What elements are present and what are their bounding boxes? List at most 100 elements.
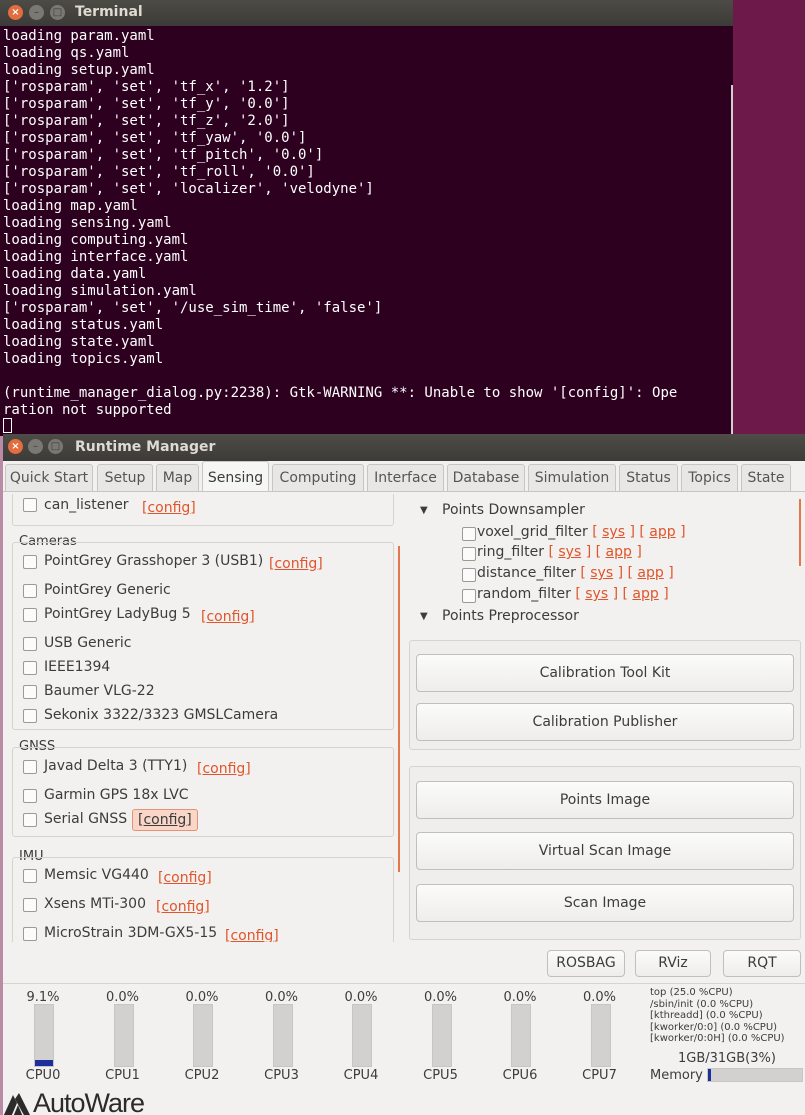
top-process-item: /sbin/init (0.0 %CPU) xyxy=(650,998,754,1010)
cpu-percent: 0.0% xyxy=(503,990,537,1005)
imu-config-link[interactable]: [config] xyxy=(225,928,279,942)
terminal-output[interactable]: loading param.yaml loading qs.yaml loading… xyxy=(3,28,731,419)
cpu-percent: 0.0% xyxy=(582,990,617,1005)
tab-quick-start[interactable]: Quick Start xyxy=(5,464,93,492)
maximize-icon[interactable]: □ xyxy=(48,439,63,454)
filter-checkbox[interactable] xyxy=(462,527,476,541)
terminal-line: ['rosparam', 'set', '/use_sim_time', 'fa… xyxy=(3,300,383,316)
maximize-icon[interactable]: □ xyxy=(50,5,65,20)
cpu-label: CPU6 xyxy=(502,1068,538,1083)
imu-checkbox[interactable] xyxy=(23,898,37,912)
cpu-label: CPU5 xyxy=(423,1068,458,1083)
calibration-publisher-button[interactable]: Calibration Publisher xyxy=(416,703,794,741)
calibration-tool-kit-button[interactable]: Calibration Tool Kit xyxy=(416,654,794,692)
rviz-button[interactable]: RViz xyxy=(635,950,711,977)
runtime-manager-titlebar[interactable]: × – □ Runtime Manager xyxy=(3,434,805,461)
rosbag-button[interactable]: ROSBAG xyxy=(547,950,625,977)
gnss-config-button[interactable]: [config] xyxy=(132,809,198,831)
imu-checkbox[interactable] xyxy=(23,869,37,883)
app-link[interactable]: app xyxy=(637,565,663,581)
tab-computing[interactable]: Computing xyxy=(272,464,364,492)
sensing-right-pane[interactable]: ▼ Points Downsampler voxel_grid_filter [… xyxy=(408,494,803,942)
scan-image-button[interactable]: Scan Image xyxy=(416,884,794,922)
memory-bar-fill xyxy=(708,1069,711,1081)
terminal-cursor xyxy=(3,418,12,433)
gnss-config-link[interactable]: [config] xyxy=(197,761,251,777)
tab-topics[interactable]: Topics xyxy=(681,464,738,492)
autoware-logo-text: AutoWare xyxy=(33,1088,145,1115)
terminal-line: ['rosparam', 'set', 'localizer', 'velody… xyxy=(3,181,374,197)
terminal-window[interactable]: × – □ Terminal loading param.yaml loading… xyxy=(0,0,733,436)
minimize-icon[interactable]: – xyxy=(29,5,44,20)
app-link[interactable]: app xyxy=(606,544,632,560)
camera-checkbox[interactable] xyxy=(23,709,37,723)
cpu-bar-fill xyxy=(35,1060,53,1066)
sys-link[interactable]: sys xyxy=(590,565,613,581)
system-monitor: 9.1% CPU0 0.0% CPU1 0.0% CPU2 0.0% CPU3 0.0% CPU4… xyxy=(3,983,805,1115)
expand-triangle-icon[interactable]: ▼ xyxy=(420,611,428,622)
terminal-line: loading state.yaml xyxy=(3,334,155,350)
camera-config-link[interactable]: [config] xyxy=(201,609,255,625)
cpu-bar xyxy=(34,1004,54,1067)
camera-label: USB Generic xyxy=(44,635,132,651)
camera-checkbox[interactable] xyxy=(23,608,37,622)
tab-map[interactable]: Map xyxy=(156,464,199,492)
terminal-line: ration not supported xyxy=(3,402,172,418)
points-image-button[interactable]: Points Image xyxy=(416,781,794,819)
expand-triangle-icon[interactable]: ▼ xyxy=(420,505,428,516)
can-listener-checkbox[interactable] xyxy=(23,498,37,512)
imu-config-link[interactable]: [config] xyxy=(158,870,212,886)
sys-link[interactable]: sys xyxy=(558,544,581,560)
camera-checkbox[interactable] xyxy=(23,685,37,699)
camera-checkbox[interactable] xyxy=(23,637,37,651)
sys-link[interactable]: sys xyxy=(602,524,625,540)
camera-label: PointGrey Grasshoper 3 (USB1) xyxy=(44,553,264,569)
close-icon[interactable]: × xyxy=(8,439,23,454)
terminal-line: loading status.yaml xyxy=(3,317,164,333)
camera-checkbox[interactable] xyxy=(23,661,37,675)
filter-checkbox[interactable] xyxy=(462,568,476,582)
close-icon[interactable]: × xyxy=(8,5,23,20)
imu-label: Xsens MTi-300 xyxy=(44,896,146,912)
memory-value: 1GB/31GB(3%) xyxy=(678,1051,776,1066)
app-link[interactable]: app xyxy=(649,524,675,540)
filter-checkbox[interactable] xyxy=(462,589,476,603)
camera-checkbox[interactable] xyxy=(23,584,37,598)
tab-sensing[interactable]: Sensing xyxy=(202,461,269,492)
right-scrollbar[interactable] xyxy=(799,499,801,566)
tab-database[interactable]: Database xyxy=(447,464,525,492)
runtime-manager-window[interactable]: × – □ Runtime Manager Quick Start Setup … xyxy=(3,434,805,1115)
top-process-item: [kworker/0:0H] (0.0 %CPU) xyxy=(650,1033,785,1044)
tab-state[interactable]: State xyxy=(741,464,791,492)
tab-setup[interactable]: Setup xyxy=(97,464,153,492)
imu-checkbox[interactable] xyxy=(23,927,37,941)
terminal-scrollbar[interactable] xyxy=(731,85,733,436)
left-scrollbar[interactable] xyxy=(398,546,400,872)
sensing-left-pane[interactable]: can_listener [config] Cameras PointGrey … xyxy=(8,494,400,942)
tab-interface[interactable]: Interface xyxy=(367,464,444,492)
camera-label: PointGrey Generic xyxy=(44,582,171,598)
terminal-line: ['rosparam', 'set', 'tf_yaw', '0.0'] xyxy=(3,130,307,146)
terminal-titlebar[interactable]: × – □ Terminal xyxy=(0,0,733,26)
camera-config-link[interactable]: [config] xyxy=(269,556,323,572)
camera-checkbox[interactable] xyxy=(23,555,37,569)
gnss-checkbox[interactable] xyxy=(23,813,37,827)
imu-config-link[interactable]: [config] xyxy=(156,899,210,915)
rqt-button[interactable]: RQT xyxy=(723,950,801,977)
app-link[interactable]: app xyxy=(632,586,658,602)
virtual-scan-image-button[interactable]: Virtual Scan Image xyxy=(416,832,794,870)
sys-link[interactable]: sys xyxy=(585,586,608,602)
gnss-checkbox[interactable] xyxy=(23,789,37,803)
terminal-line: ['rosparam', 'set', 'tf_z', '2.0'] xyxy=(3,113,290,129)
tab-simulation[interactable]: Simulation xyxy=(528,464,616,492)
can-listener-label: can_listener xyxy=(44,497,129,513)
tab-status[interactable]: Status xyxy=(619,464,678,492)
autoware-logo-icon xyxy=(3,1093,30,1115)
filter-checkbox[interactable] xyxy=(462,547,476,561)
cpu-label: CPU2 xyxy=(184,1068,220,1083)
minimize-icon[interactable]: – xyxy=(28,439,43,454)
top-process-item: [kthreadd] (0.0 %CPU) xyxy=(650,1010,763,1021)
camera-label: IEEE1394 xyxy=(44,659,111,675)
gnss-checkbox[interactable] xyxy=(23,760,37,774)
can-listener-config-link[interactable]: [config] xyxy=(142,500,196,516)
